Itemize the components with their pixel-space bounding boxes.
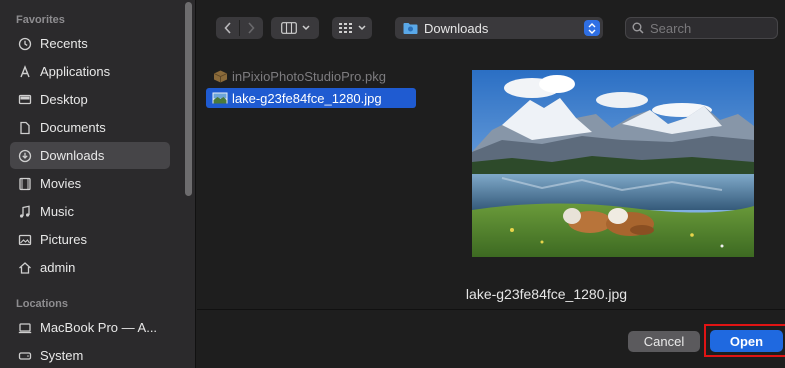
film-icon xyxy=(18,177,32,191)
locations-heading: Locations xyxy=(16,298,68,310)
home-icon xyxy=(18,261,32,275)
favorites-heading: Favorites xyxy=(16,14,65,26)
clock-icon xyxy=(18,37,32,51)
chevron-left-icon xyxy=(224,22,231,34)
group-by-button[interactable] xyxy=(332,17,372,39)
view-mode-button[interactable] xyxy=(271,17,319,39)
package-icon xyxy=(212,69,228,83)
sidebar: Favorites Recents Applications Desktop D… xyxy=(0,0,196,368)
open-button[interactable]: Open xyxy=(710,330,783,352)
sidebar-item-documents[interactable]: Documents xyxy=(10,114,170,141)
chevron-right-icon xyxy=(248,22,255,34)
preview-image xyxy=(472,70,754,257)
location-label: Downloads xyxy=(424,20,489,36)
forward-button[interactable] xyxy=(240,17,263,39)
applications-icon xyxy=(18,64,32,79)
sidebar-item-admin[interactable]: admin xyxy=(10,254,170,281)
chevron-down-icon xyxy=(357,25,366,31)
toolbar: Downloads xyxy=(197,0,785,56)
cancel-button[interactable]: Cancel xyxy=(628,331,700,352)
image-file-icon xyxy=(212,91,228,105)
sidebar-item-movies[interactable]: Movies xyxy=(10,170,170,197)
sidebar-scrollbar[interactable] xyxy=(185,2,192,196)
footer-divider xyxy=(197,309,785,310)
sidebar-item-label: Recents xyxy=(40,36,88,51)
chevron-down-icon xyxy=(301,25,310,31)
grid-icon xyxy=(338,22,352,33)
search-input[interactable] xyxy=(650,20,770,36)
sidebar-item-music[interactable]: Music xyxy=(10,198,170,225)
desktop-icon xyxy=(18,93,32,107)
file-row-pkg[interactable]: inPixioPhotoStudioPro.pkg xyxy=(206,66,416,86)
sidebar-item-label: Desktop xyxy=(40,92,88,107)
sidebar-item-label: Downloads xyxy=(40,148,105,163)
sidebar-item-recents[interactable]: Recents xyxy=(10,30,170,57)
download-icon xyxy=(18,149,32,163)
document-icon xyxy=(18,121,32,135)
sidebar-item-label: Applications xyxy=(40,64,111,79)
sidebar-item-applications[interactable]: Applications xyxy=(10,58,170,85)
photo-icon xyxy=(18,233,32,247)
back-button[interactable] xyxy=(217,17,240,39)
search-field[interactable] xyxy=(625,17,778,39)
sidebar-item-pictures[interactable]: Pictures xyxy=(10,226,170,253)
back-forward-control xyxy=(216,17,263,39)
sidebar-item-label: admin xyxy=(40,260,76,275)
search-icon xyxy=(632,22,644,34)
sidebar-item-downloads[interactable]: Downloads xyxy=(10,142,170,169)
sidebar-item-label: Pictures xyxy=(40,232,87,247)
sidebar-item-system[interactable]: System xyxy=(10,342,170,368)
sidebar-item-macbook[interactable]: MacBook Pro — A... xyxy=(10,314,170,341)
file-row-jpg[interactable]: lake-g23fe84fce_1280.jpg xyxy=(206,88,416,108)
updown-chevron-icon xyxy=(584,20,600,36)
file-browser-pane: Downloads inPixioPhotoStudioPro.pkg lake… xyxy=(197,0,785,368)
sidebar-item-label: MacBook Pro — A... xyxy=(40,320,158,335)
folder-icon xyxy=(403,23,418,34)
sidebar-item-desktop[interactable]: Desktop xyxy=(10,86,170,113)
location-popup[interactable]: Downloads xyxy=(395,17,603,39)
sidebar-item-label: Movies xyxy=(40,176,82,191)
columns-view-icon xyxy=(280,22,297,34)
sidebar-item-label: Music xyxy=(40,204,74,219)
file-name: lake-g23fe84fce_1280.jpg xyxy=(232,90,382,106)
file-name: inPixioPhotoStudioPro.pkg xyxy=(232,68,386,84)
preview-filename: lake-g23fe84fce_1280.jpg xyxy=(465,286,628,302)
sidebar-item-label: System xyxy=(40,348,84,363)
music-note-icon xyxy=(18,205,32,219)
sidebar-item-label: Documents xyxy=(40,120,106,135)
laptop-icon xyxy=(18,321,32,335)
disk-icon xyxy=(18,349,32,363)
